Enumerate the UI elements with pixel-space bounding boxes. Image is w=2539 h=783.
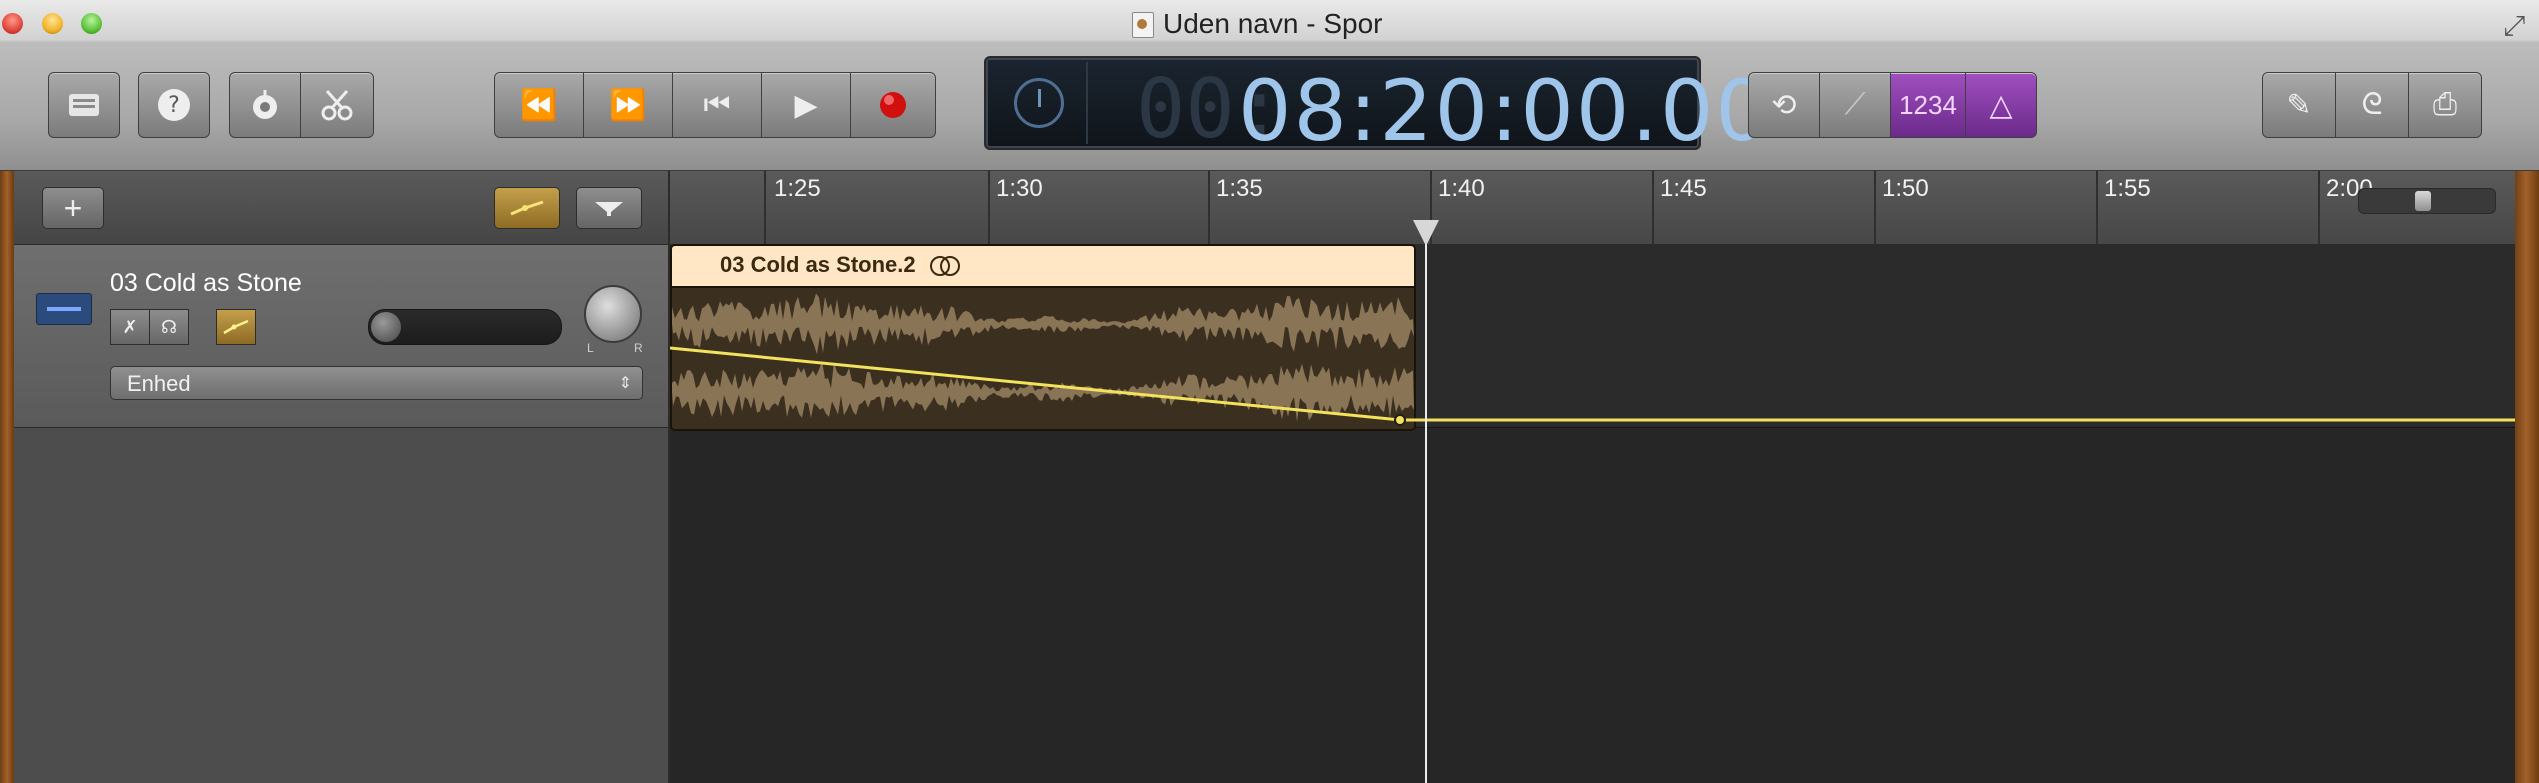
media-browser-button[interactable]: ⎙ <box>2408 72 2482 138</box>
solo-headphones-button[interactable]: ☊ <box>149 309 189 345</box>
window-toolbar: Uden navn - Spor ⤢ ? ⏪ ⏩ ⏮ ▶ 00: 08:20:0… <box>0 0 2539 171</box>
editor-button[interactable] <box>300 72 374 138</box>
ruler-tick <box>2096 171 2098 244</box>
window-title: Uden navn - Spor <box>1163 8 1383 39</box>
pan-left-label: L <box>587 341 594 355</box>
scissors-icon <box>321 90 353 121</box>
track-list-empty-area <box>14 428 668 783</box>
timeline-area[interactable]: 03 Cold as Stone.2 <box>668 220 2515 783</box>
tuner-icon: ⟋ <box>1844 88 1866 121</box>
select-arrows-icon: ⇕ <box>618 375 632 392</box>
track-automation-icon <box>223 319 249 335</box>
pan-right-label: R <box>634 341 643 355</box>
fast-forward-icon: ⏩ <box>609 88 647 122</box>
help-icon: ? <box>158 89 190 121</box>
play-button[interactable]: ▶ <box>761 72 851 138</box>
minimize-button[interactable] <box>42 13 63 34</box>
playhead-line[interactable] <box>1425 244 1427 783</box>
library-icon <box>69 94 99 116</box>
headphones-icon: ☊ <box>161 316 177 337</box>
show-automation-button[interactable] <box>494 187 560 229</box>
svg-text:?: ? <box>168 93 180 118</box>
library-button[interactable] <box>48 72 120 138</box>
pan-knob[interactable] <box>584 285 642 343</box>
count-in-label: 1234 <box>1899 89 1957 120</box>
close-button[interactable] <box>2 13 23 34</box>
loops-button[interactable]: ᘓ <box>2335 72 2409 138</box>
ruler-label: 1:30 <box>996 175 1043 202</box>
skip-to-start-icon: ⏮ <box>703 88 731 121</box>
zoom-button[interactable] <box>81 13 102 34</box>
count-in-button[interactable]: 1234 <box>1890 72 1966 138</box>
filter-button[interactable] <box>576 187 642 229</box>
tuner-button[interactable]: ⟋ <box>1819 72 1891 138</box>
ruler-tick <box>764 171 766 244</box>
media-browser-icon: ⎙ <box>2433 88 2457 121</box>
ruler-tick <box>988 171 990 244</box>
smart-controls-icon <box>253 90 277 119</box>
metronome-icon: △ <box>1989 88 2013 122</box>
smart-controls-button[interactable] <box>229 72 301 138</box>
audio-track-icon <box>36 293 92 325</box>
loop-browser-icon: ᘓ <box>2361 88 2383 121</box>
audio-region[interactable]: 03 Cold as Stone.2 <box>670 244 1416 431</box>
track-automation-button[interactable] <box>216 309 256 345</box>
mute-icon: ✗ <box>122 316 138 337</box>
rewind-icon: ⏪ <box>520 88 558 122</box>
timeline-zoom-thumb[interactable] <box>2415 191 2431 211</box>
track-list-header: + <box>14 171 668 245</box>
ruler-tick <box>2318 171 2320 244</box>
filter-icon <box>595 202 623 216</box>
lcd-display[interactable]: 00: 08:20:00.00 <box>984 56 1769 160</box>
ruler-label: 1:50 <box>1882 175 1929 202</box>
timeline-ruler[interactable]: 1:25 1:30 1:35 1:40 1:45 1:50 1:55 2:00 <box>668 171 2515 244</box>
ruler-label: 1:35 <box>1216 175 1263 202</box>
volume-slider[interactable] <box>368 309 562 345</box>
window-frame-left <box>0 171 14 783</box>
ruler-tick <box>1652 171 1654 244</box>
clock-icon <box>1014 78 1064 128</box>
lcd-divider <box>1086 62 1088 144</box>
ruler-tick <box>1874 171 1876 244</box>
cycle-button[interactable]: ⟲ <box>1748 72 1820 138</box>
cycle-icon: ⟲ <box>1771 88 1797 122</box>
ruler-label: 1:45 <box>1660 175 1707 202</box>
ruler-tick <box>1208 171 1210 244</box>
record-button[interactable] <box>850 72 936 138</box>
device-select-value: Enhed <box>127 371 191 396</box>
window-frame-right <box>2513 171 2539 783</box>
ruler-label: 1:55 <box>2104 175 2151 202</box>
automation-icon <box>510 200 544 216</box>
add-track-button[interactable]: + <box>42 187 104 229</box>
help-button[interactable]: ? <box>138 72 210 138</box>
ruler-label: 1:25 <box>774 175 821 202</box>
fullscreen-icon[interactable]: ⤢ <box>2503 10 2525 43</box>
track-name[interactable]: 03 Cold as Stone <box>110 269 302 298</box>
timeline-zoom-slider[interactable] <box>2358 188 2496 214</box>
waveform-icon <box>672 288 1414 429</box>
notepad-icon: ✎ <box>2286 88 2312 122</box>
metronome-button[interactable]: △ <box>1965 72 2037 138</box>
document-icon <box>1132 12 1154 38</box>
region-name: 03 Cold as Stone.2 <box>720 252 916 277</box>
volume-slider-thumb[interactable] <box>371 312 401 342</box>
fast-forward-button[interactable]: ⏩ <box>583 72 673 138</box>
loop-icon <box>930 256 960 276</box>
notepad-button[interactable]: ✎ <box>2262 72 2336 138</box>
device-select[interactable]: Enhed ⇕ <box>110 366 643 400</box>
rewind-button[interactable]: ⏪ <box>494 72 584 138</box>
play-icon: ▶ <box>794 88 818 122</box>
lcd-time: 08:20:00.00 <box>1238 62 1771 160</box>
region-header[interactable]: 03 Cold as Stone.2 <box>672 246 1414 288</box>
record-icon <box>880 92 906 118</box>
ruler-label: 1:40 <box>1438 175 1485 202</box>
go-to-beginning-button[interactable]: ⏮ <box>672 72 762 138</box>
track-header[interactable]: 03 Cold as Stone ✗ ☊ L R Enhed ⇕ <box>14 245 668 428</box>
plus-icon: + <box>63 189 83 226</box>
mute-button[interactable]: ✗ <box>110 309 150 345</box>
